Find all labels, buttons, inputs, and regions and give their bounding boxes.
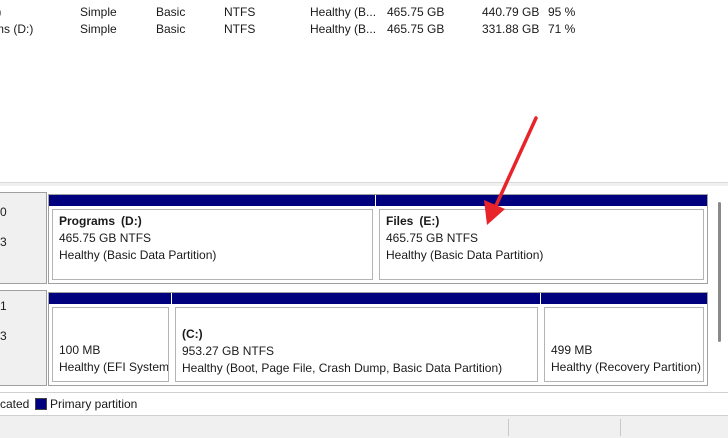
volume-row[interactable]: ms (D:) Simple Basic NTFS Healthy (B... … — [0, 21, 728, 38]
partition-system-c[interactable]: (C:) 953.27 GB NTFS Healthy (Boot, Page … — [172, 293, 541, 385]
partition-size: 953.27 GB NTFS — [182, 344, 275, 358]
disk-0-number: 0 — [0, 205, 7, 219]
volume-capacity: 465.75 GB — [387, 22, 445, 36]
partition-status: Healthy (Boot, Page File, Crash Dump, Ba… — [182, 361, 503, 375]
partition-size: 465.75 GB NTFS — [59, 231, 152, 245]
volume-fs: NTFS — [224, 22, 256, 36]
legend-primary-swatch — [35, 398, 47, 410]
disk-1-number: 1 — [0, 299, 7, 313]
partition-drive-letter: (D:) — [121, 214, 142, 228]
partition-bar — [376, 195, 707, 206]
partition-size: 100 MB — [59, 343, 101, 357]
volume-status: Healthy (B... — [310, 5, 377, 19]
partition-status: Healthy (Basic Data Partition) — [386, 248, 544, 262]
partition-bar — [541, 293, 707, 304]
volume-free: 440.79 GB — [482, 5, 540, 19]
status-divider — [620, 419, 621, 436]
legend-unallocated-label: cated — [0, 397, 30, 411]
volume-fs: NTFS — [224, 5, 256, 19]
partition-status: Healthy (Recovery Partition) — [551, 360, 702, 374]
volume-row[interactable]: :) Simple Basic NTFS Healthy (B... 465.7… — [0, 4, 728, 21]
partition-files-e[interactable]: Files (E:) 465.75 GB NTFS Healthy (Basic … — [376, 195, 707, 283]
partition-recovery[interactable]: 499 MB Healthy (Recovery Partition) — [541, 293, 707, 385]
partition-drive-letter: (E:) — [419, 214, 440, 228]
partition-size: 465.75 GB NTFS — [386, 231, 479, 245]
status-bar — [0, 415, 728, 438]
partition-status: Healthy (EFI System — [59, 360, 169, 374]
volume-pct-free: 95 % — [548, 5, 576, 19]
volume-free: 331.88 GB — [482, 22, 540, 36]
disk-0-row: Programs (D:) 465.75 GB NTFS Healthy (Bas… — [48, 194, 708, 284]
partition-bar — [49, 293, 172, 304]
volume-capacity: 465.75 GB — [387, 5, 445, 19]
disk-1-size: 3 — [0, 329, 7, 343]
volume-name: :) — [0, 4, 1, 21]
partition-efi[interactable]: 100 MB Healthy (EFI System — [49, 293, 172, 385]
partition-programs-d[interactable]: Programs (D:) 465.75 GB NTFS Healthy (Bas… — [49, 195, 376, 283]
volume-pct-free: 71 % — [548, 22, 576, 36]
partition-size: 499 MB — [551, 343, 593, 357]
disk-0-size: 3 — [0, 235, 7, 249]
volume-type: Basic — [156, 5, 186, 19]
partition-status: Healthy (Basic Data Partition) — [59, 248, 217, 262]
partition-bar — [172, 293, 541, 304]
volume-list[interactable]: :) Simple Basic NTFS Healthy (B... 465.7… — [0, 0, 728, 186]
volume-layout: Simple — [80, 5, 117, 19]
partition-bar — [49, 195, 376, 206]
scrollbar-thumb[interactable] — [718, 202, 721, 342]
status-divider — [508, 419, 509, 436]
disk-0-label[interactable]: 0 3 — [0, 192, 47, 284]
partition-label: Files — [386, 214, 414, 228]
volume-type: Basic — [156, 22, 186, 36]
legend-primary-label: Primary partition — [50, 397, 138, 411]
legend-bar: cated Primary partition — [0, 392, 728, 414]
partition-label: Programs — [59, 214, 116, 228]
partition-drive-letter: (C:) — [182, 327, 203, 341]
disk-1-label[interactable]: 1 3 — [0, 290, 47, 386]
volume-layout: Simple — [80, 22, 117, 36]
volume-name: ms (D:) — [0, 22, 34, 36]
volume-status: Healthy (B... — [310, 22, 377, 36]
vertical-scrollbar[interactable] — [712, 186, 728, 392]
disk-1-row: 100 MB Healthy (EFI System (C:) 953.27 G… — [48, 292, 708, 386]
